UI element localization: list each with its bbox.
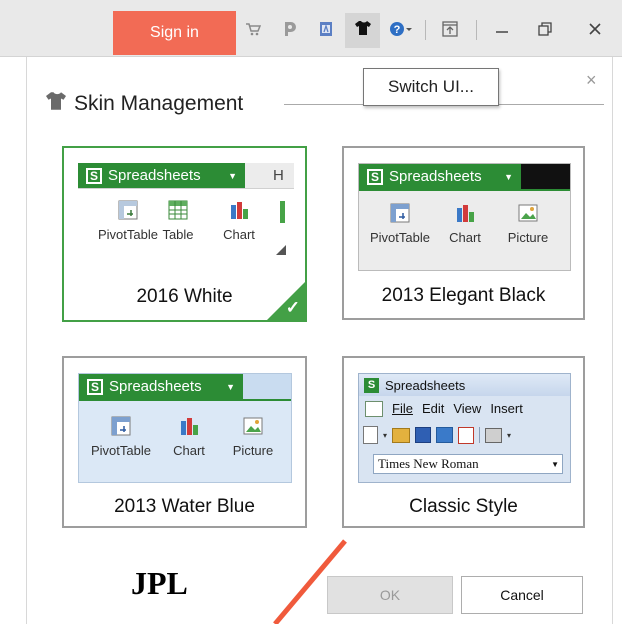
ribbon-divider — [79, 399, 291, 401]
skin-card-2013-water-blue[interactable]: S Spreadsheets ▼ PivotTable Chart Pictur… — [62, 356, 307, 528]
open-folder-icon — [392, 427, 411, 443]
ok-button[interactable]: OK — [327, 576, 453, 614]
svg-text:?: ? — [394, 24, 401, 36]
ribbon-partial-icon — [280, 201, 285, 223]
dialog-border-left — [26, 57, 27, 624]
skin-preview: S Spreadsheets ▼ H PivotTable Table Char… — [78, 163, 294, 274]
pdf-icon — [458, 426, 475, 444]
shirt-icon — [44, 91, 68, 117]
menu-view: View — [453, 401, 482, 416]
chart-icon — [457, 205, 474, 222]
ribbon-pivottable: PivotTable — [369, 202, 431, 245]
dialog-title: Skin Management — [44, 91, 243, 117]
menu-insert: Insert — [490, 401, 523, 416]
top-toolbar: Sign in ? — [0, 0, 622, 57]
skin-preview-app-name: Spreadsheets — [108, 167, 201, 184]
skin-preview-header: S Spreadsheets — [359, 374, 570, 396]
skin-preview-app-name: Spreadsheets — [385, 377, 466, 393]
ribbon-pivottable: PivotTable — [98, 199, 158, 242]
chart-icon — [181, 418, 198, 435]
spreadsheets-logo-icon: S — [367, 168, 383, 185]
spreadsheets-logo-icon: S — [87, 378, 103, 395]
classic-toolbar: ▾ ▾ — [363, 424, 568, 446]
ribbon-divider — [359, 189, 570, 191]
pin-icon[interactable] — [442, 21, 458, 37]
chevron-down-icon: ▾ — [383, 430, 388, 440]
ribbon-chart: Chart — [165, 415, 213, 458]
chevron-down-icon: ▼ — [228, 170, 237, 181]
close-icon[interactable] — [584, 18, 606, 40]
chart-icon — [231, 202, 248, 219]
skin-preview-tab: H — [245, 163, 294, 188]
toolbar-separator — [476, 20, 477, 40]
skin-card-2013-elegant-black[interactable]: S Spreadsheets ▼ PivotTable Chart Pictur… — [342, 146, 585, 320]
spreadsheets-logo-icon: S — [86, 167, 102, 184]
skin-card-2016-white[interactable]: S Spreadsheets ▼ H PivotTable Table Char… — [62, 146, 307, 322]
dialog-close-icon[interactable]: × — [586, 70, 597, 91]
picture-icon — [518, 204, 538, 222]
cart-icon[interactable] — [245, 21, 261, 37]
ribbon-picture: Picture — [497, 202, 559, 245]
skin-preview-header: S Spreadsheets ▼ — [78, 163, 245, 188]
help-icon[interactable]: ? — [389, 21, 413, 37]
print-preview-icon — [436, 427, 454, 443]
skin-preview-app-name: Spreadsheets — [109, 378, 202, 395]
classic-menu-bar: File Edit View Insert — [359, 397, 570, 420]
checkmark-icon: ✓ — [285, 298, 300, 317]
skin-preview: S Spreadsheets ▼ PivotTable Chart Pictur… — [358, 163, 571, 271]
skin-card-classic-style[interactable]: S Spreadsheets File Edit View Insert ▾ ▾… — [342, 356, 585, 528]
skin-preview: S Spreadsheets File Edit View Insert ▾ ▾… — [358, 373, 571, 483]
skin-preview-header: S Spreadsheets ▼ — [359, 164, 570, 189]
ribbon-table: Table — [158, 199, 198, 242]
skin-name: 2013 Water Blue — [114, 496, 255, 517]
toolbar-separator — [425, 20, 426, 40]
ribbon-chart: Chart — [441, 202, 489, 245]
menu-file: File — [392, 401, 413, 416]
dialog-border-right — [612, 57, 613, 624]
spreadsheets-logo-icon: S — [364, 377, 379, 393]
badge-icon[interactable] — [282, 21, 298, 37]
document-icon[interactable] — [318, 21, 334, 37]
pivottable-icon — [118, 200, 138, 220]
table-icon — [168, 200, 188, 220]
skin-name: Classic Style — [409, 496, 518, 517]
font-selector: Times New Roman ▼ — [373, 454, 563, 474]
printer-icon — [485, 427, 503, 443]
switch-ui-tooltip: Switch UI... — [363, 68, 499, 106]
jpl-watermark: JPL — [131, 565, 188, 601]
chevron-down-icon: ▾ — [507, 430, 512, 440]
new-file-icon — [363, 426, 378, 444]
skin-preview: S Spreadsheets ▼ PivotTable Chart Pictur… — [78, 373, 292, 483]
skin-name: 2013 Elegant Black — [381, 285, 546, 306]
skin-preview-header: S Spreadsheets ▼ — [79, 374, 291, 399]
ribbon-chart: Chart — [215, 199, 263, 242]
picture-icon — [243, 417, 263, 435]
chevron-down-icon: ▼ — [504, 171, 513, 182]
ribbon-picture: Picture — [222, 415, 284, 458]
cancel-button[interactable]: Cancel — [461, 576, 583, 614]
ribbon-pivottable: PivotTable — [89, 415, 153, 458]
chevron-down-icon: ▼ — [226, 381, 235, 392]
ribbon-divider — [78, 188, 294, 189]
menu-edit: Edit — [421, 401, 445, 416]
dialog-title-text: Skin Management — [74, 92, 244, 115]
shirt-icon[interactable] — [354, 19, 372, 37]
pivottable-icon — [390, 203, 410, 223]
save-icon — [415, 427, 432, 443]
sign-in-button[interactable]: Sign in — [113, 11, 236, 55]
spreadsheet-doc-icon — [365, 400, 383, 417]
pivottable-icon — [111, 416, 131, 436]
minimize-icon[interactable] — [491, 18, 513, 40]
restore-icon[interactable] — [534, 18, 556, 40]
chevron-down-icon: ▼ — [551, 459, 559, 469]
toolbar-separator — [479, 427, 481, 443]
ribbon-resize-icon — [276, 245, 286, 255]
skin-preview-app-name: Spreadsheets — [389, 168, 482, 185]
